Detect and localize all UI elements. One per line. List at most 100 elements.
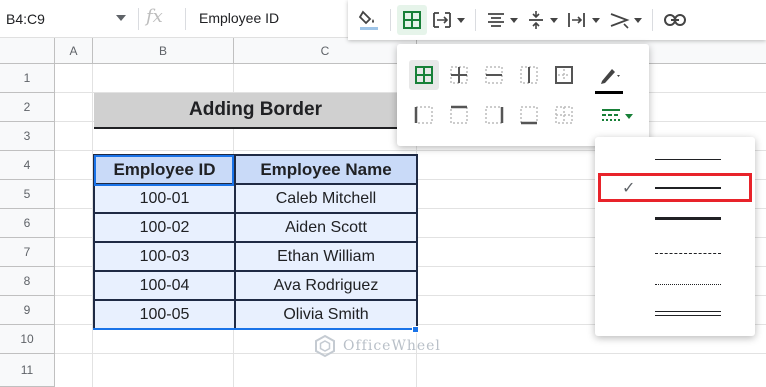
line-style-dotted-option[interactable] — [595, 271, 755, 299]
table-cell[interactable]: 100-01 — [93, 183, 236, 214]
bottom-border-option[interactable] — [514, 100, 544, 130]
double-line-icon — [655, 311, 721, 316]
line-style-thick-option[interactable] — [595, 204, 755, 232]
table-cell[interactable]: 100-04 — [93, 270, 236, 301]
clear-borders-option[interactable] — [549, 100, 579, 130]
divider — [138, 8, 139, 30]
horizontal-align-button[interactable] — [482, 5, 522, 35]
header-cell[interactable]: Employee Name — [234, 154, 418, 185]
table-cell[interactable]: Ava Rodriguez — [234, 270, 418, 301]
row-header[interactable]: 3 — [0, 122, 55, 151]
chevron-down-icon[interactable] — [116, 15, 126, 21]
divider — [185, 8, 186, 30]
chevron-down-icon[interactable] — [457, 17, 465, 23]
table-row: 100-05 Olivia Smith — [93, 299, 418, 330]
horizontal-align-icon — [488, 13, 504, 27]
vertical-borders-option[interactable] — [514, 60, 544, 90]
watermark-logo-icon — [315, 334, 335, 358]
horizontal-borders-icon — [485, 66, 503, 84]
table-cell[interactable]: Ethan William — [234, 241, 418, 272]
table-cell[interactable]: 100-03 — [93, 241, 236, 272]
row-header[interactable]: 4 — [0, 151, 55, 180]
vertical-borders-icon — [520, 66, 538, 84]
line-style-dashed-option[interactable] — [595, 240, 755, 268]
fill-color-icon — [358, 10, 378, 30]
sheet-title[interactable]: Adding Border — [94, 93, 417, 129]
merge-cells-button[interactable] — [427, 5, 469, 35]
chevron-down-icon[interactable] — [634, 17, 642, 23]
row-header[interactable]: 10 — [0, 325, 55, 354]
table-cell[interactable]: Aiden Scott — [234, 212, 418, 243]
table-cell[interactable]: Olivia Smith — [234, 299, 418, 330]
borders-panel — [397, 44, 649, 146]
text-rotation-button[interactable] — [604, 5, 646, 35]
watermark-text: OfficeWheel — [343, 338, 441, 354]
line-style-double-option[interactable] — [595, 300, 755, 328]
border-color-button[interactable] — [595, 60, 625, 90]
vertical-align-icon — [529, 11, 543, 29]
selected-line-highlight — [598, 173, 752, 202]
outer-borders-option[interactable] — [549, 60, 579, 90]
border-style-button[interactable] — [595, 100, 639, 130]
text-wrapping-button[interactable] — [562, 5, 604, 35]
thick-line-icon — [655, 217, 721, 220]
column-header-c[interactable]: C — [234, 38, 417, 64]
fill-handle[interactable] — [412, 326, 419, 333]
vertical-align-button[interactable] — [522, 5, 562, 35]
horizontal-borders-option[interactable] — [479, 60, 509, 90]
table-row: 100-02 Aiden Scott — [93, 212, 418, 243]
top-border-option[interactable] — [444, 100, 474, 130]
table-row: 100-03 Ethan William — [93, 241, 418, 272]
clear-borders-icon — [555, 106, 573, 124]
row-header[interactable]: 5 — [0, 180, 55, 209]
table-cell[interactable]: Caleb Mitchell — [234, 183, 418, 214]
outer-borders-icon — [555, 66, 573, 84]
divider — [390, 9, 391, 31]
row-header[interactable]: 9 — [0, 296, 55, 325]
border-style-icon — [602, 109, 633, 121]
table-header-row: Employee ID Employee Name — [93, 154, 418, 185]
header-cell[interactable]: Employee ID — [93, 154, 236, 185]
row-header[interactable]: 6 — [0, 209, 55, 238]
chevron-down-icon[interactable] — [510, 17, 518, 23]
name-box-value: B4:C9 — [6, 11, 45, 27]
line-style-menu: ✓ — [595, 137, 755, 336]
insert-link-button[interactable] — [659, 5, 691, 35]
border-color-swatch — [595, 91, 623, 94]
right-border-option[interactable] — [479, 100, 509, 130]
divider — [652, 9, 653, 31]
inner-borders-option[interactable] — [444, 60, 474, 90]
right-border-icon — [485, 106, 504, 124]
table-cell[interactable]: 100-02 — [93, 212, 236, 243]
row-header[interactable]: 7 — [0, 238, 55, 267]
column-header-b[interactable]: B — [93, 38, 234, 64]
select-all-corner[interactable] — [0, 38, 55, 64]
row-header[interactable]: 11 — [0, 354, 55, 387]
chevron-down-icon[interactable] — [550, 17, 558, 23]
thin-line-icon — [655, 159, 721, 160]
function-icon: fx — [146, 6, 163, 27]
all-borders-option[interactable] — [409, 60, 439, 90]
dotted-line-icon — [655, 284, 721, 285]
inner-borders-icon — [450, 66, 468, 84]
row-header[interactable]: 8 — [0, 267, 55, 296]
name-box[interactable]: B4:C9 — [0, 4, 130, 34]
merge-cells-icon — [433, 12, 451, 28]
chevron-down-icon[interactable] — [592, 17, 600, 23]
bottom-border-icon — [520, 106, 538, 125]
fill-color-button[interactable] — [354, 5, 384, 35]
table-cell[interactable]: 100-05 — [93, 299, 236, 330]
left-border-option[interactable] — [409, 100, 439, 130]
row-header[interactable]: 1 — [0, 64, 55, 93]
table-row: 100-01 Caleb Mitchell — [93, 183, 418, 214]
line-style-thin-option[interactable] — [595, 145, 755, 173]
formula-input[interactable]: Employee ID — [199, 10, 279, 26]
borders-button[interactable] — [397, 5, 427, 35]
text-rotation-icon — [610, 13, 630, 29]
column-header-a[interactable]: A — [55, 38, 93, 64]
row-header[interactable]: 2 — [0, 93, 55, 122]
top-border-icon — [450, 105, 468, 124]
text-wrapping-icon — [568, 13, 585, 27]
all-borders-icon — [415, 66, 433, 84]
watermark: OfficeWheel — [313, 334, 441, 358]
